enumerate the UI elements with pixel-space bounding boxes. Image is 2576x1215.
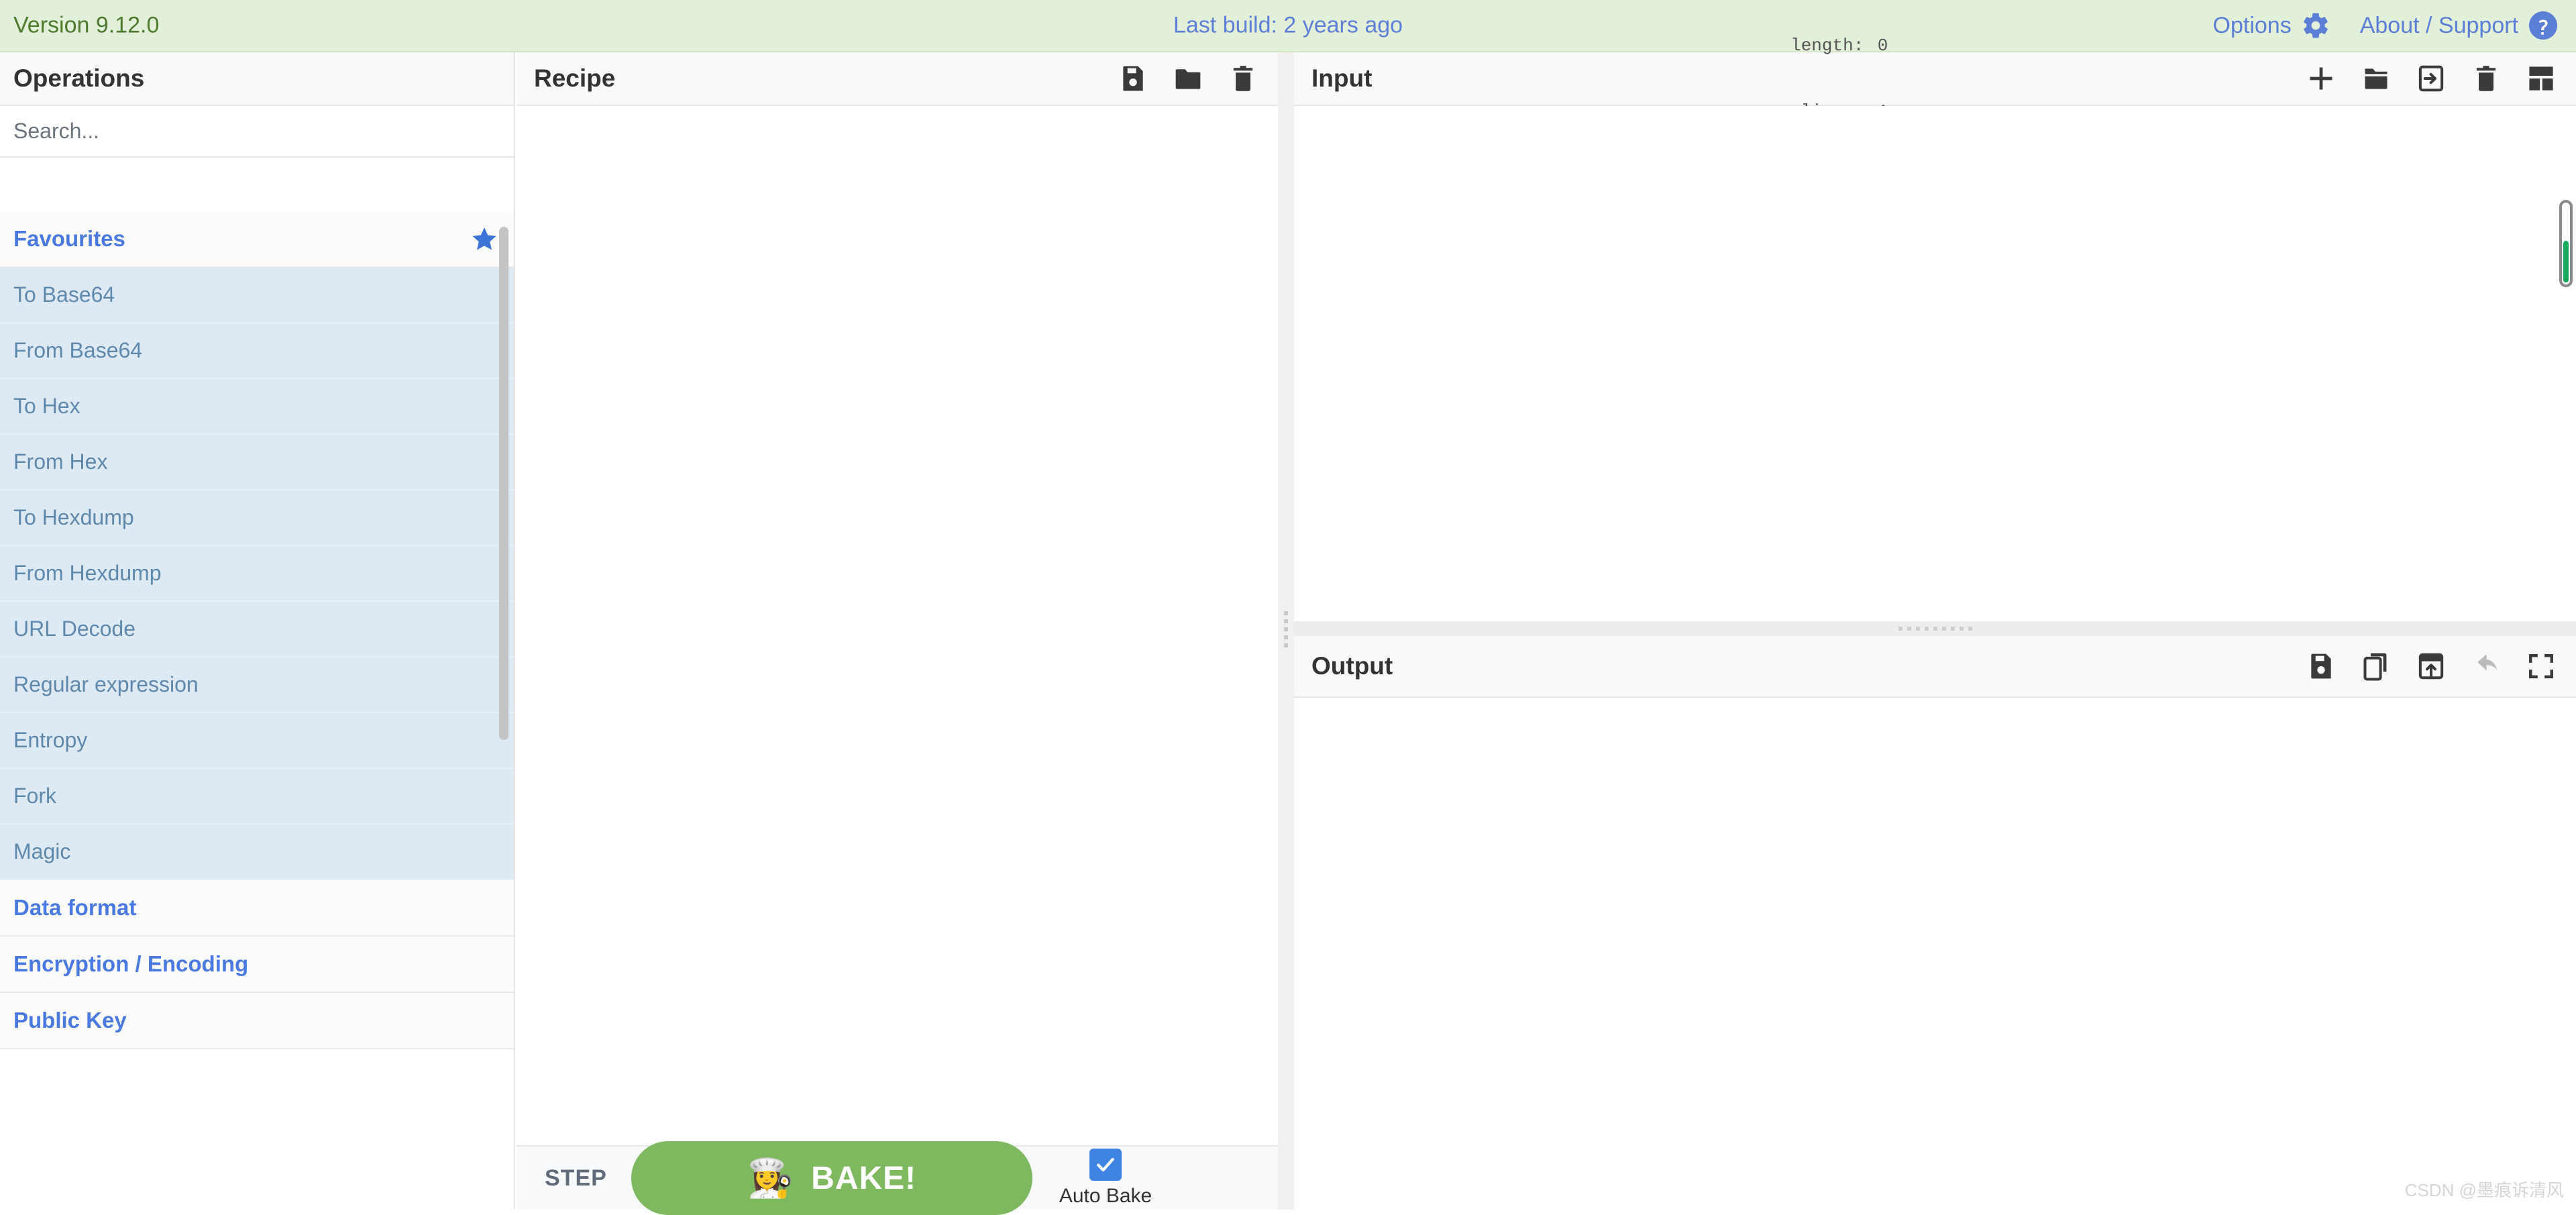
replace-input-icon[interactable] [2416, 651, 2446, 681]
output-header-icons [2306, 651, 2556, 681]
open-folder-as-input-icon[interactable] [2416, 64, 2446, 93]
version-label: Version 9.12.0 [13, 13, 159, 39]
operation-from-hexdump[interactable]: From Hexdump [0, 546, 514, 602]
category-encryption-encoding[interactable]: Encryption / Encoding [0, 937, 514, 993]
category-data-format[interactable]: Data format [0, 880, 514, 937]
category-label: Favourites [13, 226, 125, 252]
input-length-value: 0 [1873, 35, 1888, 57]
clear-io-icon[interactable] [2471, 64, 2501, 93]
output-title: Output [1311, 652, 1393, 680]
watermark-label: CSDN @墨痕诉清风 [2405, 1177, 2564, 1202]
reset-pane-layout-icon[interactable] [2526, 64, 2556, 93]
output-panel: Output CSDN @墨痕诉清风 [1294, 636, 2576, 1210]
operation-label: From Hexdump [13, 561, 162, 586]
save-output-icon[interactable] [2306, 651, 2336, 681]
input-text-area[interactable] [1294, 106, 2576, 621]
splitter-grip-icon [1284, 611, 1288, 651]
recipe-panel: Recipe STEP 👩‍🍳 BAKE! Auto Bak [517, 52, 1278, 1210]
about-support-button[interactable]: About / Support [2360, 10, 2559, 41]
folder-icon[interactable] [1173, 64, 1203, 93]
operation-label: URL Decode [13, 617, 136, 641]
operation-label: From Hex [13, 450, 107, 474]
splitter-grip-icon [1898, 627, 1972, 631]
undo-icon [2471, 651, 2501, 681]
operation-to-hexdump[interactable]: To Hexdump [0, 490, 514, 546]
category-favourites[interactable]: Favourites [0, 211, 514, 268]
input-scrollbar[interactable] [2559, 200, 2573, 287]
operations-sidebar: Operations Favourites To Base64 From Bas… [0, 52, 515, 1210]
input-header: Input length: 0 lines: 1 [1294, 52, 2576, 106]
output-header: Output [1294, 636, 2576, 698]
operation-regular-expression[interactable]: Regular expression [0, 657, 514, 713]
input-output-splitter[interactable] [1294, 621, 2576, 636]
add-tab-icon[interactable] [2306, 64, 2336, 93]
maximise-icon[interactable] [2526, 651, 2556, 681]
recipe-operations-area[interactable] [517, 106, 1278, 1145]
input-panel: Input length: 0 lines: 1 [1294, 52, 2576, 621]
check-icon [1095, 1154, 1116, 1175]
options-label: Options [2213, 13, 2292, 39]
star-icon[interactable] [471, 225, 498, 252]
gear-icon [2301, 11, 2330, 40]
search-input[interactable] [13, 119, 500, 144]
category-label: Public Key [13, 1008, 127, 1033]
input-header-icons [2306, 64, 2556, 93]
operation-magic[interactable]: Magic [0, 825, 514, 880]
category-label: Encryption / Encoding [13, 951, 248, 977]
operation-to-hex[interactable]: To Hex [0, 379, 514, 435]
search-row [0, 106, 514, 158]
bake-label: BAKE! [811, 1160, 916, 1197]
recipe-header-icons [1118, 64, 1258, 93]
output-text-area[interactable]: CSDN @墨痕诉清风 [1294, 698, 2576, 1210]
operation-from-hex[interactable]: From Hex [0, 435, 514, 490]
last-build-label[interactable]: Last build: 2 years ago [1173, 13, 1403, 39]
step-button[interactable]: STEP [545, 1165, 607, 1192]
auto-bake-checkbox[interactable] [1089, 1149, 1122, 1181]
operation-label: Regular expression [13, 672, 199, 697]
operation-label: Magic [13, 839, 70, 864]
input-length-row: length: 0 [1790, 35, 1888, 57]
copy-output-icon[interactable] [2361, 651, 2391, 681]
input-length-label: length: [1790, 35, 1864, 57]
options-button[interactable]: Options [2213, 11, 2330, 40]
operation-label: To Hexdump [13, 505, 134, 530]
category-public-key[interactable]: Public Key [0, 993, 514, 1049]
category-label: Data format [13, 895, 136, 920]
recipe-title: Recipe [534, 64, 615, 93]
recipe-controls-bar: STEP 👩‍🍳 BAKE! Auto Bake [517, 1145, 1278, 1210]
auto-bake-toggle[interactable]: Auto Bake [1059, 1149, 1152, 1208]
trash-icon[interactable] [1228, 64, 1258, 93]
operations-title: Operations [13, 64, 144, 93]
top-banner: Version 9.12.0 Last build: 2 years ago O… [0, 0, 2576, 52]
operation-from-base64[interactable]: From Base64 [0, 323, 514, 379]
operation-fork[interactable]: Fork [0, 769, 514, 825]
banner-actions: Options About / Support [2213, 10, 2559, 41]
input-scrollbar-thumb[interactable] [2563, 241, 2569, 282]
operation-label: To Base64 [13, 282, 115, 307]
save-icon[interactable] [1118, 64, 1148, 93]
about-support-label: About / Support [2360, 13, 2518, 39]
operation-url-decode[interactable]: URL Decode [0, 602, 514, 657]
operation-label: Fork [13, 784, 56, 808]
operations-list: Favourites To Base64 From Base64 To Hex … [0, 211, 514, 1210]
input-title: Input [1311, 64, 1372, 93]
operation-to-base64[interactable]: To Base64 [0, 268, 514, 323]
auto-bake-label: Auto Bake [1059, 1185, 1152, 1208]
bake-button[interactable]: 👩‍🍳 BAKE! [631, 1141, 1032, 1215]
operation-label: From Base64 [13, 338, 142, 363]
operation-label: Entropy [13, 728, 87, 753]
folder-open-icon[interactable] [2361, 64, 2391, 93]
recipe-input-splitter[interactable] [1278, 52, 1294, 1210]
help-circle-icon [2528, 10, 2559, 41]
operations-scrollbar[interactable] [499, 227, 508, 740]
chef-icon: 👩‍🍳 [747, 1159, 794, 1197]
operation-entropy[interactable]: Entropy [0, 713, 514, 769]
operations-header: Operations [0, 52, 514, 106]
recipe-header: Recipe [517, 52, 1278, 106]
operation-label: To Hex [13, 394, 80, 419]
